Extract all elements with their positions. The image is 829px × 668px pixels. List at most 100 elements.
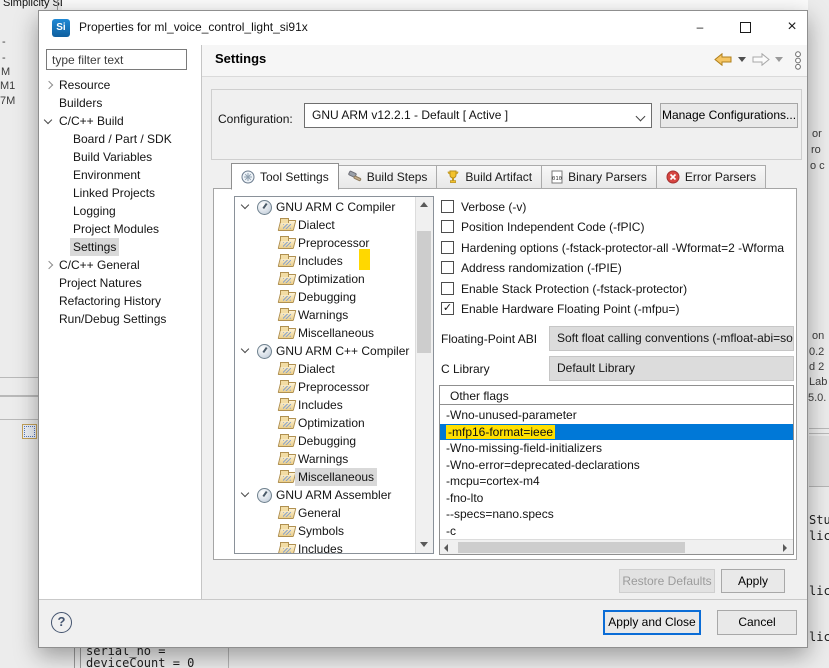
tree-item-cpp-debugging[interactable]: Debugging <box>235 432 433 450</box>
title-bar[interactable]: Si Properties for ml_voice_control_light… <box>39 11 807 45</box>
flag-row-selected[interactable]: -mfp16-format=ieee <box>440 424 793 441</box>
tree-item-c-optimization[interactable]: Optimization <box>235 270 433 288</box>
chevron-down-icon[interactable] <box>241 489 249 497</box>
other-flags-group: Other flags -Wno-unused-parameter -mfp16… <box>439 385 794 555</box>
checkbox-hardening-options[interactable] <box>441 241 454 254</box>
checkbox-address-randomization[interactable] <box>441 261 454 274</box>
tree-item-c-preprocessor[interactable]: Preprocessor <box>235 234 433 252</box>
sidebar-item-settings[interactable]: Settings <box>39 238 201 256</box>
floating-point-abi-select[interactable]: Soft float calling conventions (-mfloat-… <box>549 326 794 351</box>
tab-tool-settings[interactable]: Tool Settings <box>231 163 339 190</box>
tab-error-parsers[interactable]: Error Parsers <box>657 165 766 189</box>
flag-row[interactable]: -Wno-error=deprecated-declarations <box>440 457 793 474</box>
chevron-right-icon[interactable] <box>45 81 53 89</box>
tab-build-artifact[interactable]: Build Artifact <box>437 165 542 189</box>
sidebar-item-cpp-build[interactable]: C/C++ Build <box>39 112 201 130</box>
sidebar-item-board-part-sdk[interactable]: Board / Part / SDK <box>39 130 201 148</box>
checkbox-verbose[interactable] <box>441 200 454 213</box>
tree-item-c-dialect[interactable]: Dialect <box>235 216 433 234</box>
flags-horizontal-scrollbar[interactable] <box>440 539 793 555</box>
folder-icon <box>279 362 295 375</box>
scrollbar-thumb[interactable] <box>458 542 685 553</box>
tool-settings-icon <box>241 170 255 184</box>
manage-configurations-button[interactable]: Manage Configurations... <box>660 103 798 128</box>
background-fragment: 7M <box>0 95 15 107</box>
tree-scrollbar[interactable] <box>415 197 433 553</box>
sidebar-item-project-modules[interactable]: Project Modules <box>39 220 201 238</box>
build-artifact-icon <box>446 170 460 184</box>
configuration-select[interactable]: GNU ARM v12.2.1 - Default [ Active ] <box>304 103 652 128</box>
chevron-down-icon[interactable] <box>44 116 52 124</box>
tree-item-c-includes[interactable]: Includes <box>235 252 433 270</box>
chevron-down-icon[interactable] <box>241 201 249 209</box>
tree-item-c-warnings[interactable]: Warnings <box>235 306 433 324</box>
sidebar-item-run-debug-settings[interactable]: Run/Debug Settings <box>39 310 201 328</box>
chevron-right-icon[interactable] <box>45 261 53 269</box>
minimize-button[interactable]: – <box>684 13 716 41</box>
sidebar-item-builders[interactable]: Builders <box>39 94 201 112</box>
chevron-down-icon <box>636 112 646 122</box>
tree-item-c-miscellaneous[interactable]: Miscellaneous <box>235 324 433 342</box>
tree-item-cpp-preprocessor[interactable]: Preprocessor <box>235 378 433 396</box>
flag-row[interactable]: -Wno-missing-field-initializers <box>440 440 793 457</box>
sidebar-item-environment[interactable]: Environment <box>39 166 201 184</box>
apply-and-close-button[interactable]: Apply and Close <box>603 610 701 635</box>
scroll-left-icon[interactable] <box>444 544 448 552</box>
filter-input[interactable] <box>46 49 187 70</box>
checkbox-position-independent-code[interactable] <box>441 220 454 233</box>
svg-text:010: 010 <box>552 176 562 182</box>
tree-item-gnu-arm-assembler[interactable]: GNU ARM Assembler <box>235 486 433 504</box>
tab-binary-parsers[interactable]: 010 Binary Parsers <box>542 165 657 189</box>
minimize-icon: – <box>697 20 704 34</box>
checkbox-enable-hardware-floating-point[interactable]: ✓ <box>441 302 454 315</box>
yellow-annotation-marker <box>359 249 370 270</box>
flag-row[interactable]: -Wno-unused-parameter <box>440 407 793 424</box>
scroll-up-icon[interactable] <box>420 202 428 207</box>
sidebar-item-build-variables[interactable]: Build Variables <box>39 148 201 166</box>
sidebar-item-project-natures[interactable]: Project Natures <box>39 274 201 292</box>
tree-item-cpp-miscellaneous[interactable]: Miscellaneous <box>235 468 433 486</box>
forward-arrow-icon[interactable] <box>752 53 770 66</box>
apply-button[interactable]: Apply <box>721 569 785 593</box>
tree-item-cpp-warnings[interactable]: Warnings <box>235 450 433 468</box>
close-button[interactable]: × <box>776 13 808 41</box>
flag-row[interactable]: -mcpu=cortex-m4 <box>440 473 793 490</box>
back-arrow-icon[interactable] <box>714 53 732 66</box>
scrollbar-thumb[interactable] <box>417 231 431 353</box>
help-button[interactable]: ? <box>51 612 72 633</box>
cancel-button[interactable]: Cancel <box>717 610 797 635</box>
tree-item-cpp-includes[interactable]: Includes <box>235 396 433 414</box>
view-menu-icon[interactable] <box>793 51 803 70</box>
background-divider <box>228 648 229 668</box>
flag-row[interactable]: -c <box>440 523 793 540</box>
sidebar-item-cpp-general[interactable]: C/C++ General <box>39 256 201 274</box>
flag-row[interactable]: --specs=nano.specs <box>440 506 793 523</box>
c-library-select[interactable]: Default Library <box>549 356 794 381</box>
tab-build-steps[interactable]: Build Steps <box>339 165 438 189</box>
tree-item-asm-includes[interactable]: Includes <box>235 540 433 554</box>
tree-item-asm-general[interactable]: General <box>235 504 433 522</box>
tool-tree: GNU ARM C Compiler Dialect Preprocessor … <box>234 196 434 554</box>
tree-item-cpp-optimization[interactable]: Optimization <box>235 414 433 432</box>
check-icon: ✓ <box>443 302 452 314</box>
background-line <box>809 433 829 434</box>
scroll-right-icon[interactable] <box>783 544 787 552</box>
tree-item-asm-symbols[interactable]: Symbols <box>235 522 433 540</box>
sidebar-item-linked-projects[interactable]: Linked Projects <box>39 184 201 202</box>
tree-item-gnu-arm-c-compiler[interactable]: GNU ARM C Compiler <box>235 198 433 216</box>
tree-item-cpp-dialect[interactable]: Dialect <box>235 360 433 378</box>
forward-history-dropdown-icon[interactable] <box>775 57 783 62</box>
back-history-dropdown-icon[interactable] <box>738 57 746 62</box>
restore-defaults-button[interactable]: Restore Defaults <box>619 569 715 593</box>
chevron-down-icon[interactable] <box>241 345 249 353</box>
tree-item-gnu-arm-cpp-compiler[interactable]: GNU ARM C++ Compiler <box>235 342 433 360</box>
sidebar-item-logging[interactable]: Logging <box>39 202 201 220</box>
flag-row[interactable]: -fno-lto <box>440 490 793 507</box>
folder-icon <box>279 218 295 231</box>
scroll-down-icon[interactable] <box>420 542 428 547</box>
maximize-button[interactable] <box>729 13 761 41</box>
tree-item-c-debugging[interactable]: Debugging <box>235 288 433 306</box>
checkbox-enable-stack-protection[interactable] <box>441 282 454 295</box>
sidebar-item-refactoring-history[interactable]: Refactoring History <box>39 292 201 310</box>
sidebar-item-resource[interactable]: Resource <box>39 76 201 94</box>
